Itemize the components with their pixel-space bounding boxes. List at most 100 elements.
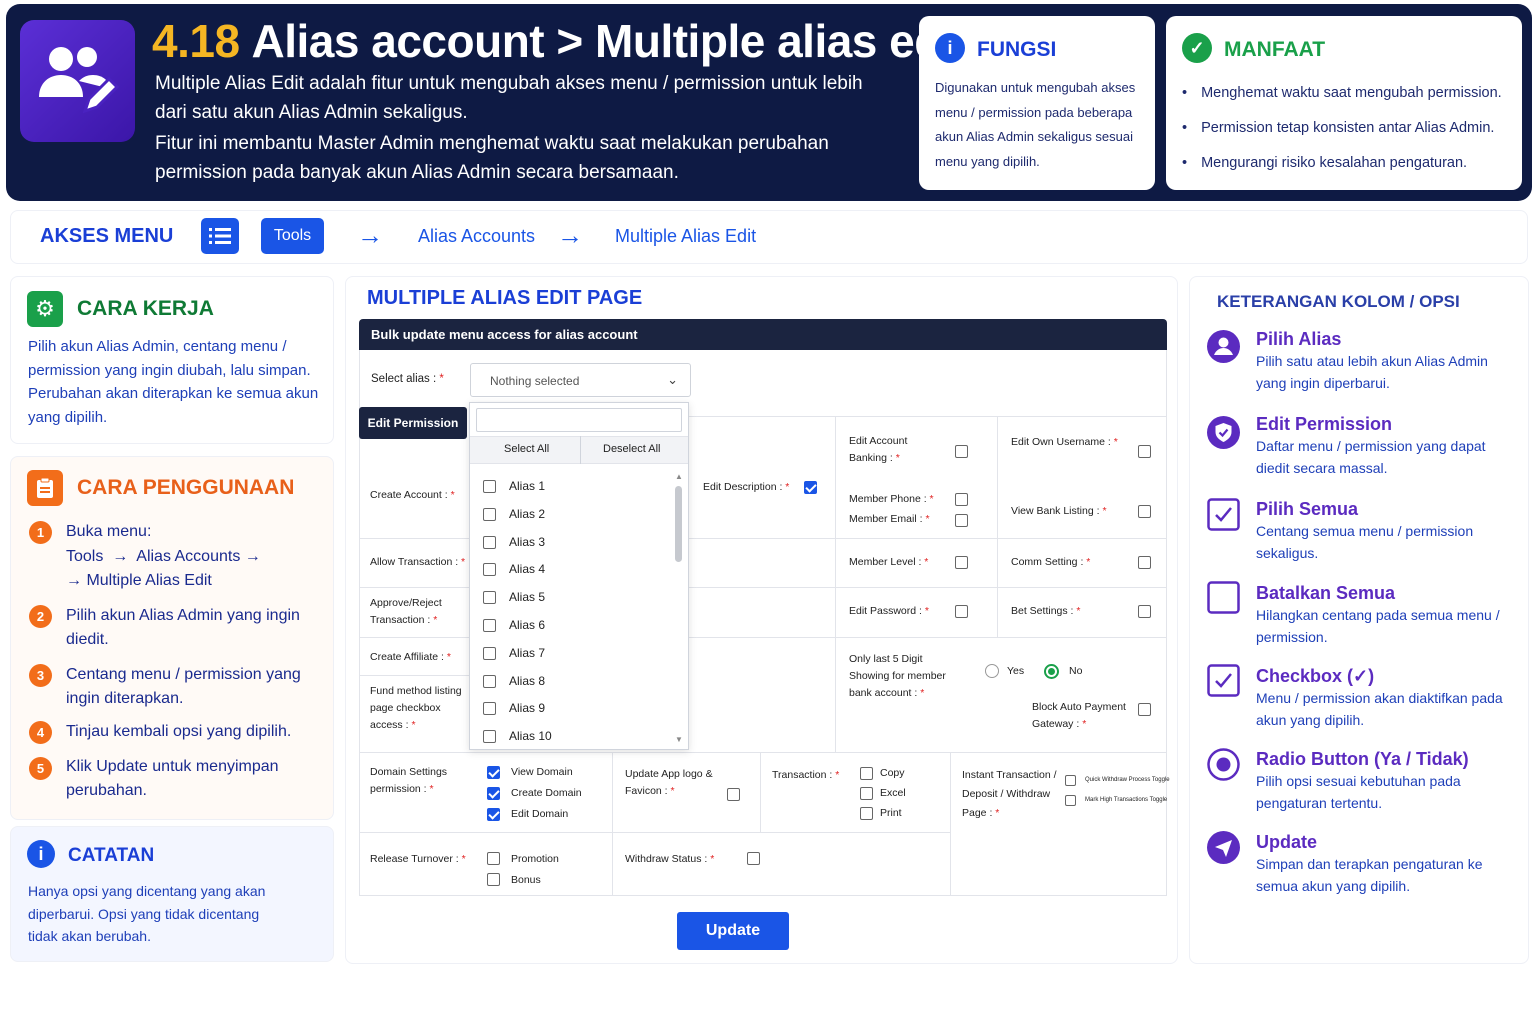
edit-domain-label: Edit Domain [511, 808, 569, 820]
fungsi-card: i FUNGSI Digunakan untuk mengubah akses … [919, 16, 1155, 190]
alias-checkbox[interactable] [483, 563, 496, 577]
cara-kerja-title: CARA KERJA [77, 297, 214, 320]
chevron-down-icon: ⌄ [667, 372, 678, 387]
users-edit-icon [20, 20, 135, 142]
bonus-checkbox[interactable] [487, 873, 500, 886]
manfaat-card: ✓ MANFAAT Menghemat waktu saat mengubah … [1166, 16, 1522, 190]
check-circle-icon: ✓ [1182, 33, 1212, 63]
step-number: 5 [29, 757, 52, 780]
no-radio[interactable] [1044, 664, 1059, 679]
create-account-label: Create Account : * [370, 489, 455, 501]
alias-checkbox[interactable] [483, 702, 496, 716]
member-level-label: Member Level : * [849, 556, 929, 568]
alias-checkbox[interactable] [483, 674, 496, 688]
select-all-button[interactable]: Select All [504, 443, 549, 455]
withdraw-status-label: Withdraw Status : * [625, 853, 715, 865]
alias-checkbox[interactable] [483, 591, 496, 605]
breadcrumb-alias-accounts[interactable]: Alias Accounts [418, 226, 535, 247]
print-checkbox[interactable] [860, 807, 873, 820]
keterangan-item-text: Pilih satu atau lebih akun Alias Admin y… [1256, 353, 1488, 391]
user-circle-icon [1207, 330, 1240, 363]
alias-option[interactable]: Alias 9 [509, 701, 545, 715]
create-domain-label: Create Domain [511, 787, 582, 799]
yes-radio[interactable] [985, 664, 999, 678]
quick-withdraw-checkbox[interactable] [1065, 775, 1076, 786]
edit-permission-tab[interactable]: Edit Permission [359, 407, 467, 439]
alias-option[interactable]: Alias 6 [509, 618, 545, 632]
alias-checkbox[interactable] [483, 480, 496, 493]
update-app-logo-checkbox[interactable] [727, 788, 740, 801]
alias-checkbox[interactable] [483, 535, 496, 549]
bet-settings-checkbox[interactable] [1138, 605, 1151, 618]
deselect-all-button[interactable]: Deselect All [603, 443, 660, 455]
select-alias-label: Select alias : * [371, 373, 444, 385]
comm-setting-checkbox[interactable] [1138, 556, 1151, 569]
quick-withdraw-label: Quick Withdraw Process Toggle [1085, 777, 1170, 783]
keterangan-title: KETERANGAN KOLOM / OPSI [1217, 292, 1460, 311]
info-icon: i [27, 840, 55, 868]
only-last5-label: Only last 5 Digit Showing for member ban… [849, 653, 946, 699]
member-email-checkbox[interactable] [955, 514, 968, 527]
manfaat-title: MANFAAT [1224, 38, 1326, 61]
alias-option[interactable]: Alias 8 [509, 674, 545, 688]
view-bank-listing-checkbox[interactable] [1138, 505, 1151, 518]
keterangan-item-title: Checkbox (✓) [1256, 666, 1375, 686]
send-icon [1207, 831, 1240, 864]
step-number: 4 [29, 721, 52, 744]
alias-search-input[interactable] [476, 408, 682, 432]
excel-checkbox[interactable] [860, 787, 873, 800]
alias-option[interactable]: Alias 10 [509, 729, 552, 743]
alias-checkbox[interactable] [483, 730, 496, 744]
tools-button[interactable]: Tools [261, 218, 324, 254]
no-label: No [1069, 665, 1083, 677]
alias-option[interactable]: Alias 5 [509, 590, 545, 604]
instant-transaction-label: Instant Transaction / Deposit / Withdraw… [962, 769, 1057, 819]
edit-own-username-checkbox[interactable] [1138, 445, 1151, 458]
alias-option[interactable]: Alias 7 [509, 646, 545, 660]
info-icon: i [935, 33, 965, 63]
edit-account-banking-checkbox[interactable] [955, 445, 968, 458]
step-text: Buka menu: [66, 523, 152, 540]
alias-option[interactable]: Alias 3 [509, 535, 545, 549]
step-number: 3 [29, 664, 52, 687]
edit-description-checkbox[interactable] [804, 481, 817, 494]
keterangan-item-text: Pilih opsi sesuai kebutuhan pada pengatu… [1256, 773, 1461, 811]
step-number: 1 [29, 521, 52, 544]
edit-domain-checkbox[interactable] [487, 808, 500, 821]
select-alias-dropdown[interactable]: Nothing selected ⌄ [470, 363, 691, 397]
mark-high-label: Mark High Transactions Toggle [1085, 797, 1168, 803]
create-domain-checkbox[interactable] [487, 787, 500, 800]
edit-password-label: Edit Password : * [849, 605, 929, 617]
fungsi-title: FUNGSI [977, 38, 1057, 61]
update-button[interactable]: Update [677, 912, 789, 950]
mark-high-checkbox[interactable] [1065, 795, 1076, 806]
allow-transaction-label: Allow Transaction : * [370, 556, 466, 568]
alias-checkbox[interactable] [483, 619, 496, 632]
view-domain-checkbox[interactable] [487, 766, 500, 779]
alias-option[interactable]: Alias 2 [509, 507, 545, 521]
excel-label: Excel [880, 787, 906, 799]
edit-description-label: Edit Description : * [703, 481, 790, 493]
list-icon[interactable] [201, 218, 239, 254]
member-phone-checkbox[interactable] [955, 493, 968, 506]
keterangan-item-title: Radio Button (Ya / Tidak) [1256, 749, 1469, 769]
alias-checkbox[interactable] [483, 646, 496, 660]
manfaat-list: Menghemat waktu saat mengubah permission… [1182, 76, 1502, 181]
promotion-checkbox[interactable] [487, 852, 500, 865]
dropdown-scrollbar[interactable]: ▲ ▼ [674, 472, 684, 744]
copy-checkbox[interactable] [860, 767, 873, 780]
akses-menu-label: AKSES MENU [40, 225, 174, 247]
alias-option[interactable]: Alias 4 [509, 562, 545, 576]
alias-option[interactable]: Alias 1 [509, 479, 545, 493]
select-placeholder: Nothing selected [490, 374, 580, 388]
keterangan-item-text: Hilangkan centang pada semua menu / perm… [1256, 607, 1500, 645]
breadcrumb-multiple-alias-edit[interactable]: Multiple Alias Edit [615, 226, 756, 247]
block-auto-payment-checkbox[interactable] [1138, 703, 1151, 716]
alias-checkbox[interactable] [483, 507, 496, 521]
edit-password-checkbox[interactable] [955, 605, 968, 618]
member-level-checkbox[interactable] [955, 556, 968, 569]
keterangan-item-title: Edit Permission [1256, 414, 1393, 434]
step-text: Klik Update untuk menyimpan perubahan. [66, 758, 279, 799]
withdraw-status-checkbox[interactable] [747, 852, 760, 865]
page-title: 4.18 Alias account > Multiple alias edit [152, 15, 969, 67]
